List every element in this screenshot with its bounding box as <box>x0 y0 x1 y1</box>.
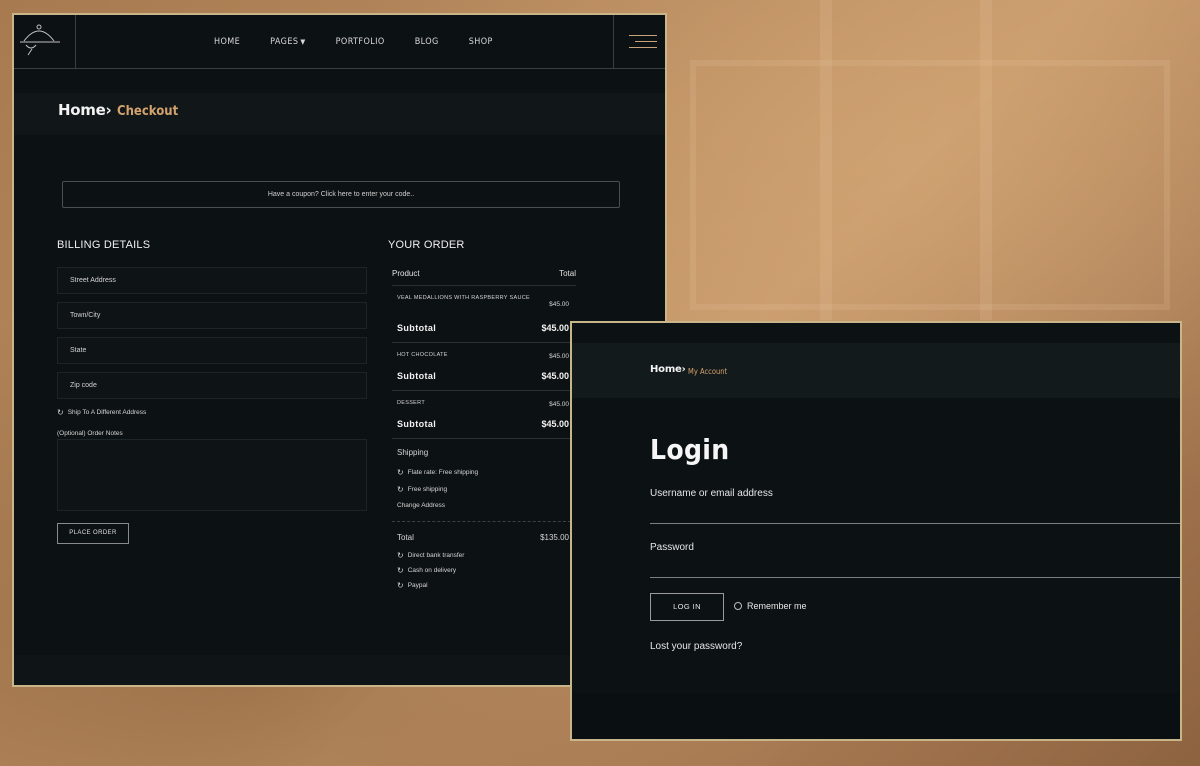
hamburger-icon[interactable] <box>613 15 665 69</box>
shipping-option-label: Free shipping <box>407 486 448 493</box>
change-address-link[interactable]: Change Address <box>397 502 445 509</box>
order-item-price: $45.00 <box>549 301 569 308</box>
breadcrumb-band <box>14 93 665 135</box>
zip-code-field[interactable]: Zip code <box>57 372 367 399</box>
subtotal-label: Subtotal <box>397 323 437 333</box>
radio-icon: ↻ <box>397 581 404 590</box>
radio-icon: ↻ <box>57 408 64 417</box>
radio-icon: ↻ <box>397 551 404 560</box>
nav-item-pages-label: PAGES <box>270 37 299 47</box>
nav-item-shop[interactable]: SHOP <box>469 37 493 47</box>
hamburger-line <box>629 47 657 48</box>
password-label: Password <box>650 542 694 553</box>
nav-item-pages[interactable]: PAGES ▼ <box>270 37 305 47</box>
divider <box>392 390 576 391</box>
street-address-field[interactable]: Street Address <box>57 267 367 294</box>
order-table-header: Product Total <box>392 269 576 278</box>
payment-option-cash[interactable]: ↻ Cash on delivery <box>397 566 456 575</box>
subtotal-value: $45.00 <box>541 419 569 429</box>
remember-me-checkbox[interactable]: Remember me <box>734 601 807 611</box>
order-notes-label: (Optional) Order Notes <box>57 430 123 437</box>
breadcrumb-home-label: Home <box>58 101 106 119</box>
login-title: Login <box>650 433 730 466</box>
order-item-price: $45.00 <box>549 353 569 360</box>
payment-option-paypal[interactable]: ↻ Paypal <box>397 581 428 590</box>
chevron-right-icon: › <box>105 101 112 119</box>
lost-password-link[interactable]: Lost your password? <box>650 641 742 652</box>
town-city-field[interactable]: Town/City <box>57 302 367 329</box>
state-field[interactable]: State <box>57 337 367 364</box>
hamburger-line <box>629 35 657 36</box>
login-page: Home› My Account Login Username or email… <box>570 321 1182 741</box>
top-navigation: HOME PAGES ▼ PORTFOLIO BLOG SHOP <box>14 15 665 69</box>
remember-me-label: Remember me <box>747 601 807 611</box>
column-total: Total <box>559 269 576 278</box>
payment-option-label: Cash on delivery <box>407 567 457 574</box>
place-order-button[interactable]: PLACE ORDER <box>57 523 129 544</box>
divider <box>392 438 576 439</box>
breadcrumb-current: Checkout <box>117 104 179 119</box>
radio-icon: ↻ <box>397 566 404 575</box>
subtotal-label: Subtotal <box>397 419 437 429</box>
subtotal-value: $45.00 <box>541 371 569 381</box>
chevron-down-icon: ▼ <box>300 38 306 46</box>
order-item-price: $45.00 <box>549 401 569 408</box>
divider <box>392 521 576 522</box>
ship-different-option[interactable]: ↻ Ship To A Different Address <box>57 408 146 417</box>
payment-option-bank[interactable]: ↻ Direct bank transfer <box>397 551 464 560</box>
main-menu: HOME PAGES ▼ PORTFOLIO BLOG SHOP <box>214 15 523 69</box>
password-input[interactable] <box>650 577 1180 578</box>
radio-circle-icon <box>734 602 742 610</box>
divider <box>392 342 576 343</box>
subtotal-value: $45.00 <box>541 323 569 333</box>
divider <box>392 285 576 286</box>
footer-band <box>14 655 665 685</box>
coupon-notice[interactable]: Have a coupon? Click here to enter your … <box>62 181 620 208</box>
radio-icon: ↻ <box>397 468 404 477</box>
billing-title: BILLING DETAILS <box>57 239 151 251</box>
breadcrumb-current: My Account <box>688 367 728 376</box>
username-input[interactable] <box>650 523 1180 524</box>
checkout-page: HOME PAGES ▼ PORTFOLIO BLOG SHOP Home› Ch… <box>12 13 667 687</box>
cloche-icon <box>20 24 60 56</box>
shipping-option-label: Flate rate: Free shipping <box>407 469 479 476</box>
payment-option-label: Paypal <box>407 582 428 589</box>
breadcrumb-home[interactable]: Home› <box>58 101 112 119</box>
total-label: Total <box>397 533 414 542</box>
payment-option-label: Direct bank transfer <box>407 552 465 559</box>
username-label: Username or email address <box>650 488 773 499</box>
background-window-frame <box>820 0 832 320</box>
nav-item-portfolio[interactable]: PORTFOLIO <box>336 37 385 47</box>
footer-band <box>572 693 1180 739</box>
radio-icon: ↻ <box>397 485 404 494</box>
shipping-option-free[interactable]: ↻ Free shipping <box>397 485 447 494</box>
shipping-option-flat-rate[interactable]: ↻ Flate rate: Free shipping <box>397 468 478 477</box>
subtotal-label: Subtotal <box>397 371 437 381</box>
nav-item-home[interactable]: HOME <box>214 37 240 47</box>
breadcrumb-home-label: Home <box>650 364 682 375</box>
order-title: YOUR ORDER <box>388 239 465 251</box>
column-product: Product <box>392 269 420 278</box>
total-value: $135.00 <box>540 533 569 542</box>
logo[interactable] <box>14 15 76 69</box>
background-window-frame <box>690 60 1170 310</box>
login-button[interactable]: LOG IN <box>650 593 724 621</box>
hamburger-line <box>635 41 657 42</box>
order-notes-textarea[interactable] <box>57 439 367 511</box>
breadcrumb-home[interactable]: Home› <box>650 364 686 375</box>
nav-item-blog[interactable]: BLOG <box>415 37 439 47</box>
shipping-label: Shipping <box>397 448 429 457</box>
ship-different-label: Ship To A Different Address <box>67 409 147 416</box>
chevron-right-icon: › <box>681 364 686 375</box>
background-window-frame <box>980 0 992 320</box>
